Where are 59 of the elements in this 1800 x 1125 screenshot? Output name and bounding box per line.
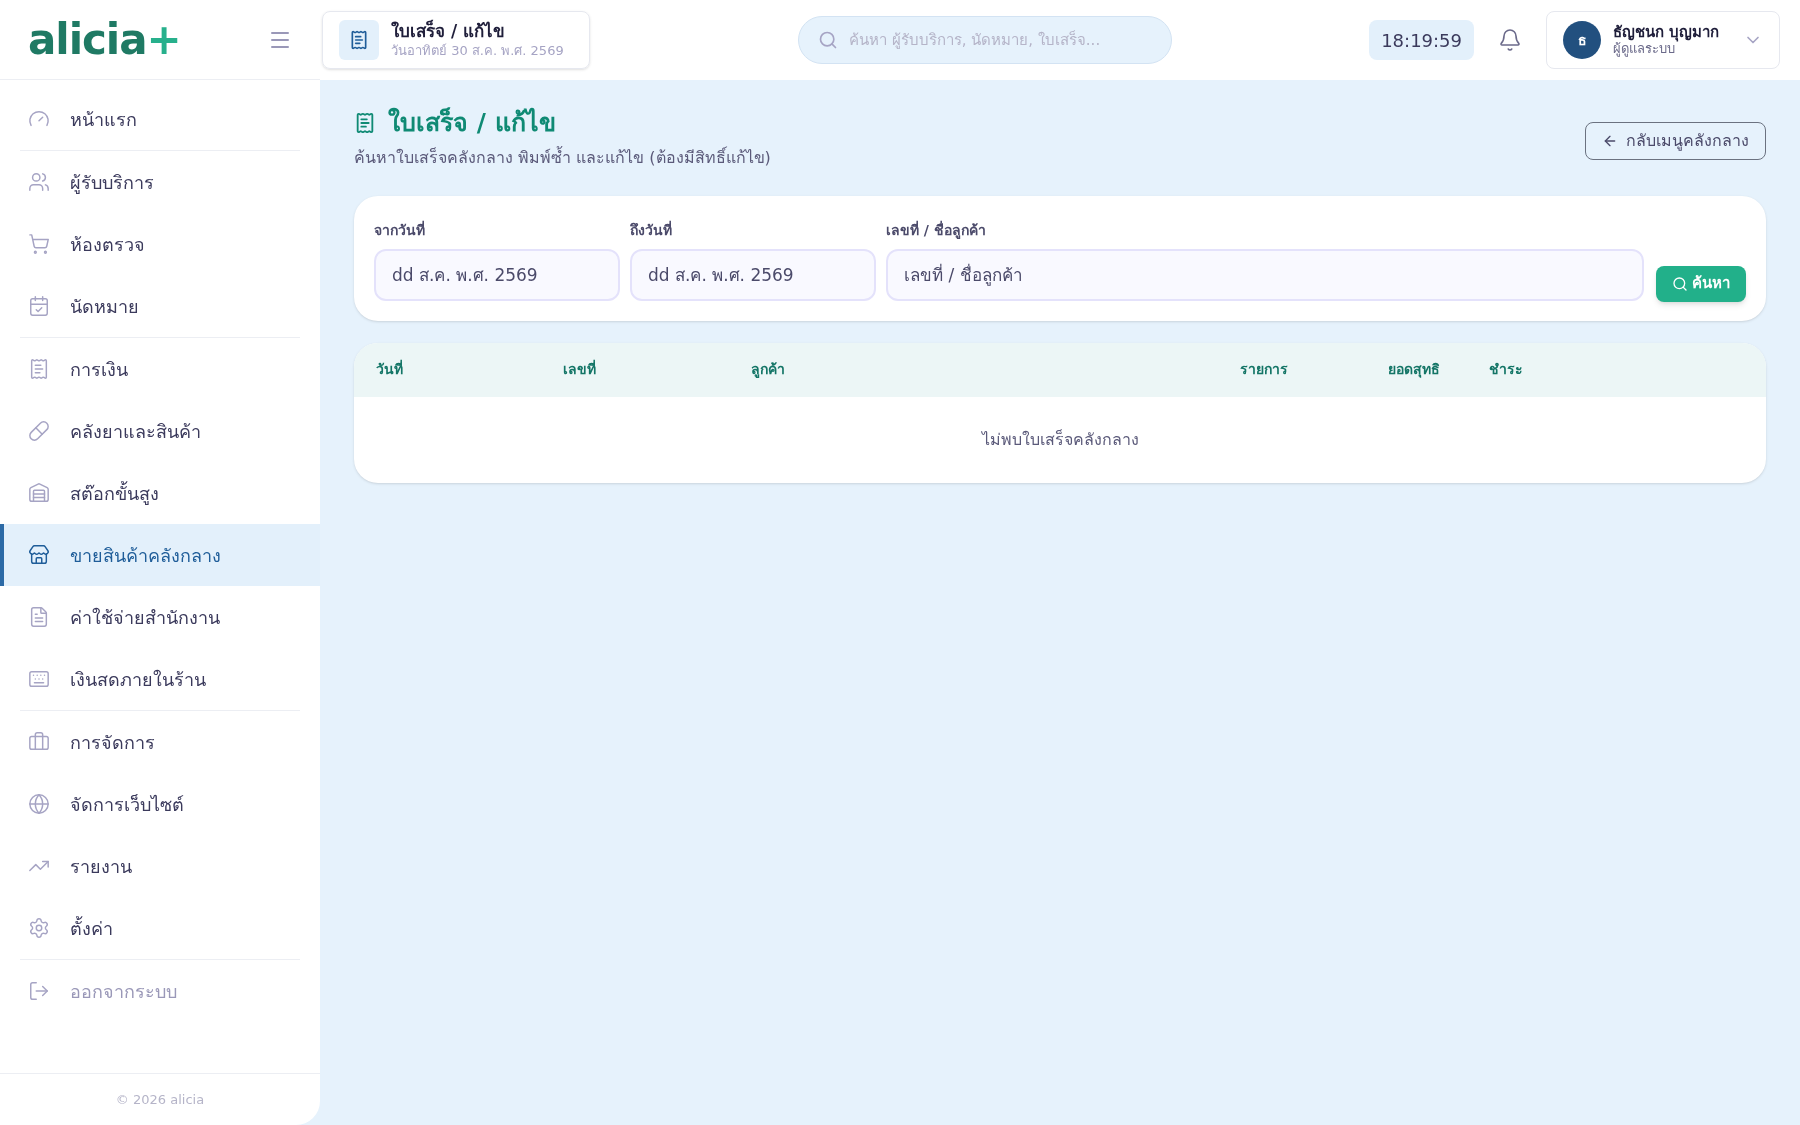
sidebar-item[interactable]: จัดการเว็บไซต์ bbox=[20, 773, 300, 835]
page-chip-date: วันอาทิตย์ 30 ส.ค. พ.ศ. 2569 bbox=[391, 42, 564, 59]
sidebar-item[interactable]: เงินสดภายในร้าน bbox=[20, 648, 300, 710]
sidebar-item[interactable]: สต๊อกขั้นสูง bbox=[20, 462, 300, 524]
sidebar-item[interactable]: ผู้รับบริการ bbox=[20, 151, 300, 213]
copyright-text: © 2026 alicia bbox=[115, 1090, 205, 1109]
input-field[interactable]: dd ส.ค. พ.ศ. 2569 bbox=[374, 248, 620, 301]
sidebar-item[interactable]: รายงาน bbox=[20, 835, 300, 897]
sidebar-item[interactable]: นัดหมาย bbox=[20, 275, 300, 337]
avatar: ธ bbox=[1563, 21, 1601, 59]
search-icon bbox=[818, 30, 838, 50]
field-label: จากวันที่ bbox=[374, 219, 426, 240]
back-button[interactable]: กลับเมนูคลังกลาง bbox=[1585, 122, 1766, 160]
calendar-icon bbox=[28, 295, 50, 317]
warehouse-icon bbox=[28, 482, 50, 504]
sidebar-item[interactable]: การจัดการ bbox=[20, 711, 300, 773]
sidebar-item[interactable]: ตั้งค่า bbox=[20, 897, 300, 959]
empty-message: ไม่พบใบเสร็จคลังกลาง bbox=[981, 428, 1139, 451]
receipt-icon bbox=[28, 358, 50, 380]
field-label: เลขที่ / ชื่อลูกค้า bbox=[886, 219, 987, 241]
page-subtitle: ค้นหาใบเสร็จคลังกลาง พิมพ์ซ้ำ และแก้ไข (ต้องมีสิทธิ์แก้ไข) bbox=[354, 145, 771, 169]
notification-bell-icon[interactable] bbox=[1498, 28, 1522, 52]
page-title: ใบเสร็จ / แก้ไข bbox=[388, 106, 556, 139]
pill-icon bbox=[28, 420, 50, 442]
receipt-icon bbox=[339, 20, 379, 60]
users-icon bbox=[28, 171, 50, 193]
globe-icon bbox=[28, 793, 50, 815]
arrow-left-icon bbox=[1602, 133, 1618, 149]
column-header: เลขที่ bbox=[563, 359, 597, 379]
logo[interactable]: alicia+ bbox=[28, 18, 181, 61]
page-chip-title: ใบเสร็จ / แก้ไข bbox=[391, 21, 507, 43]
search-field[interactable]: ค้นหา ผู้รับบริการ, นัดหมาย, ใบเสร็จ... bbox=[798, 16, 1172, 64]
column-header: ยอดสุทธิ bbox=[1388, 360, 1441, 380]
user-role: ผู้ดูแลระบบ bbox=[1613, 41, 1675, 58]
document-icon bbox=[28, 606, 50, 628]
sidebar-item[interactable]: คลังยาและสินค้า bbox=[20, 400, 300, 462]
search-icon bbox=[1672, 275, 1688, 292]
cash-register-icon bbox=[28, 668, 50, 690]
briefcase-icon bbox=[28, 731, 50, 753]
column-header: ชำระ bbox=[1489, 360, 1524, 379]
sidebar-item[interactable]: การเงิน bbox=[20, 338, 300, 400]
field-label: ถึงวันที่ bbox=[630, 219, 673, 240]
sidebar-item[interactable]: ห้องตรวจ bbox=[20, 213, 300, 275]
sidebar-item[interactable]: ขายสินค้าคลังกลาง bbox=[0, 524, 320, 586]
column-header: รายการ bbox=[1240, 360, 1289, 379]
sidebar-item[interactable]: ค่าใช้จ่ายสำนักงาน bbox=[20, 586, 300, 648]
store-icon bbox=[28, 544, 50, 566]
user-menu[interactable]: ธ ธัญชนก บุญมาก ผู้ดูแลระบบ bbox=[1546, 11, 1780, 69]
cart-icon bbox=[28, 233, 50, 255]
clock: 18:19:59 bbox=[1369, 20, 1474, 60]
user-name: ธัญชนก บุญมาก bbox=[1613, 22, 1721, 42]
logout-icon bbox=[28, 980, 50, 1002]
receipt-icon bbox=[354, 111, 376, 134]
settings-icon bbox=[28, 917, 50, 939]
column-header: วันที่ bbox=[376, 359, 404, 379]
sidebar-item[interactable]: หน้าแรก bbox=[20, 88, 300, 150]
input-field[interactable]: dd ส.ค. พ.ศ. 2569 bbox=[630, 248, 876, 301]
column-header: ลูกค้า bbox=[751, 360, 786, 380]
input-field[interactable]: เลขที่ / ชื่อลูกค้า bbox=[886, 248, 1644, 301]
